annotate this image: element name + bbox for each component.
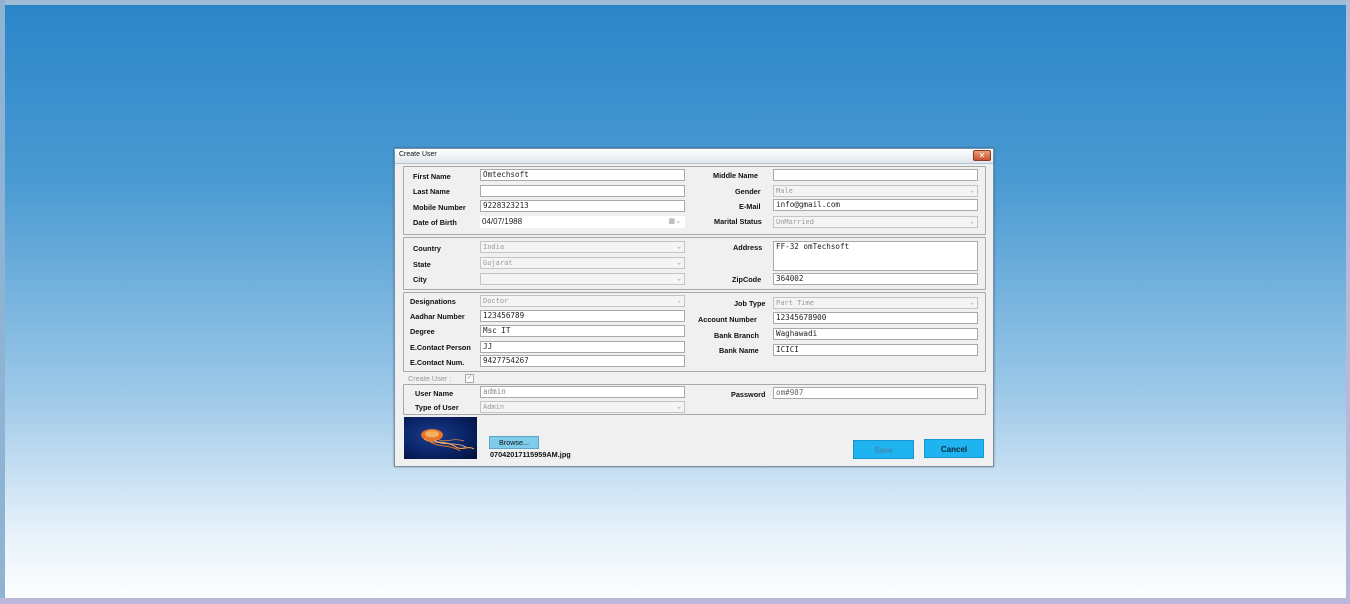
window-frame-top: [0, 0, 1350, 5]
type-of-user-value: Admin: [483, 403, 505, 411]
create-user-dialog: Create User ✕ First Name Omtechsoft Midd…: [394, 148, 994, 467]
state-select[interactable]: Gujarat ⌄: [480, 257, 685, 269]
city-select[interactable]: ⌄: [480, 273, 685, 285]
mobile-number-label: Mobile Number: [413, 203, 466, 212]
chevron-down-icon: ⌄: [677, 275, 681, 282]
first-name-label: First Name: [413, 172, 451, 181]
state-label: State: [413, 260, 431, 269]
bank-name-input[interactable]: ICICI: [773, 344, 978, 356]
user-name-input[interactable]: admin: [480, 386, 685, 398]
calendar-icon[interactable]: ▦⌄: [669, 216, 681, 228]
chevron-down-icon: ⌄: [970, 187, 974, 194]
degree-input[interactable]: Msc IT: [480, 325, 685, 337]
designation-value: Doctor: [483, 297, 509, 305]
type-of-user-select[interactable]: Admin ⌄: [480, 401, 685, 413]
designation-select[interactable]: Doctor ⌄: [480, 295, 685, 307]
save-button[interactable]: Save: [853, 440, 914, 459]
country-select[interactable]: India ⌄: [480, 241, 685, 253]
account-number-input[interactable]: 12345678900: [773, 312, 978, 324]
designations-label: Designations: [410, 297, 456, 306]
window-frame-right: [1346, 0, 1350, 604]
aadhar-number-label: Aadhar Number: [410, 312, 465, 321]
create-user-checkbox[interactable]: ✓: [465, 374, 474, 383]
econtact-person-label: E.Contact Person: [410, 343, 471, 352]
dob-value: 04/07/1988: [482, 217, 523, 226]
chevron-down-icon: ⌄: [970, 299, 974, 306]
country-label: Country: [413, 244, 441, 253]
dob-label: Date of Birth: [413, 218, 457, 227]
jellyfish-image: [421, 429, 475, 452]
chevron-down-icon: ⌄: [970, 218, 974, 225]
middle-name-input[interactable]: [773, 169, 978, 181]
close-icon: ✕: [978, 151, 986, 160]
econtact-person-input[interactable]: JJ: [480, 341, 685, 353]
econtact-num-input[interactable]: 9427754267: [480, 355, 685, 367]
create-user-label: Create User :: [408, 374, 452, 383]
zipcode-label: ZipCode: [732, 275, 762, 284]
marital-status-label: Marital Status: [714, 217, 762, 226]
city-label: City: [413, 275, 427, 284]
user-photo: [404, 417, 477, 459]
bank-branch-input[interactable]: Waghawadi: [773, 328, 978, 340]
zipcode-input[interactable]: 364002: [773, 273, 978, 285]
photo-filename: 07042017115959AM.jpg: [490, 450, 571, 459]
user-name-label: User Name: [415, 389, 454, 398]
account-number-label: Account Number: [698, 315, 757, 324]
type-of-user-label: Type of User: [415, 403, 459, 412]
bank-name-label: Bank Name: [719, 346, 759, 355]
dob-picker[interactable]: 04/07/1988 ▦⌄: [480, 216, 685, 228]
window-frame-bottom: [0, 598, 1350, 604]
last-name-input[interactable]: [480, 185, 685, 197]
dialog-titlebar[interactable]: Create User ✕: [395, 149, 993, 164]
cancel-button[interactable]: Cancel: [924, 439, 984, 458]
country-value: India: [483, 243, 505, 251]
address-label: Address: [733, 243, 763, 252]
email-label: E-Mail: [739, 202, 761, 211]
password-label: Password: [731, 390, 766, 399]
password-input[interactable]: om#987: [773, 387, 978, 399]
job-type-value: Part Time: [776, 299, 814, 307]
last-name-label: Last Name: [413, 187, 450, 196]
browse-button[interactable]: Browse...: [489, 436, 539, 449]
aadhar-number-input[interactable]: 123456789: [480, 310, 685, 322]
chevron-down-icon: ⌄: [677, 297, 681, 304]
state-value: Gujarat: [483, 259, 513, 267]
mobile-number-input[interactable]: 9228323213: [480, 200, 685, 212]
chevron-down-icon: ⌄: [677, 403, 681, 410]
bank-branch-label: Bank Branch: [714, 331, 760, 340]
chevron-down-icon: ⌄: [677, 259, 681, 266]
gender-label: Gender: [735, 187, 761, 196]
middle-name-label: Middle Name: [713, 171, 759, 180]
first-name-input[interactable]: Omtechsoft: [480, 169, 685, 181]
marital-status-select[interactable]: UnMarried ⌄: [773, 216, 978, 228]
window-frame-left: [0, 0, 5, 604]
chevron-down-icon: ⌄: [677, 243, 681, 250]
dialog-title: Create User: [399, 151, 437, 158]
job-type-label: Job Type: [734, 299, 766, 308]
gender-value: Male: [776, 187, 793, 195]
econtact-num-label: E.Contact Num.: [410, 358, 465, 367]
email-input[interactable]: info@gmail.com: [773, 199, 978, 211]
marital-status-value: UnMarried: [776, 218, 814, 226]
job-type-select[interactable]: Part Time ⌄: [773, 297, 978, 309]
address-textarea[interactable]: FF-32 omTechsoft: [773, 241, 978, 271]
gender-select[interactable]: Male ⌄: [773, 185, 978, 197]
close-button[interactable]: ✕: [973, 150, 991, 161]
degree-label: Degree: [410, 327, 435, 336]
